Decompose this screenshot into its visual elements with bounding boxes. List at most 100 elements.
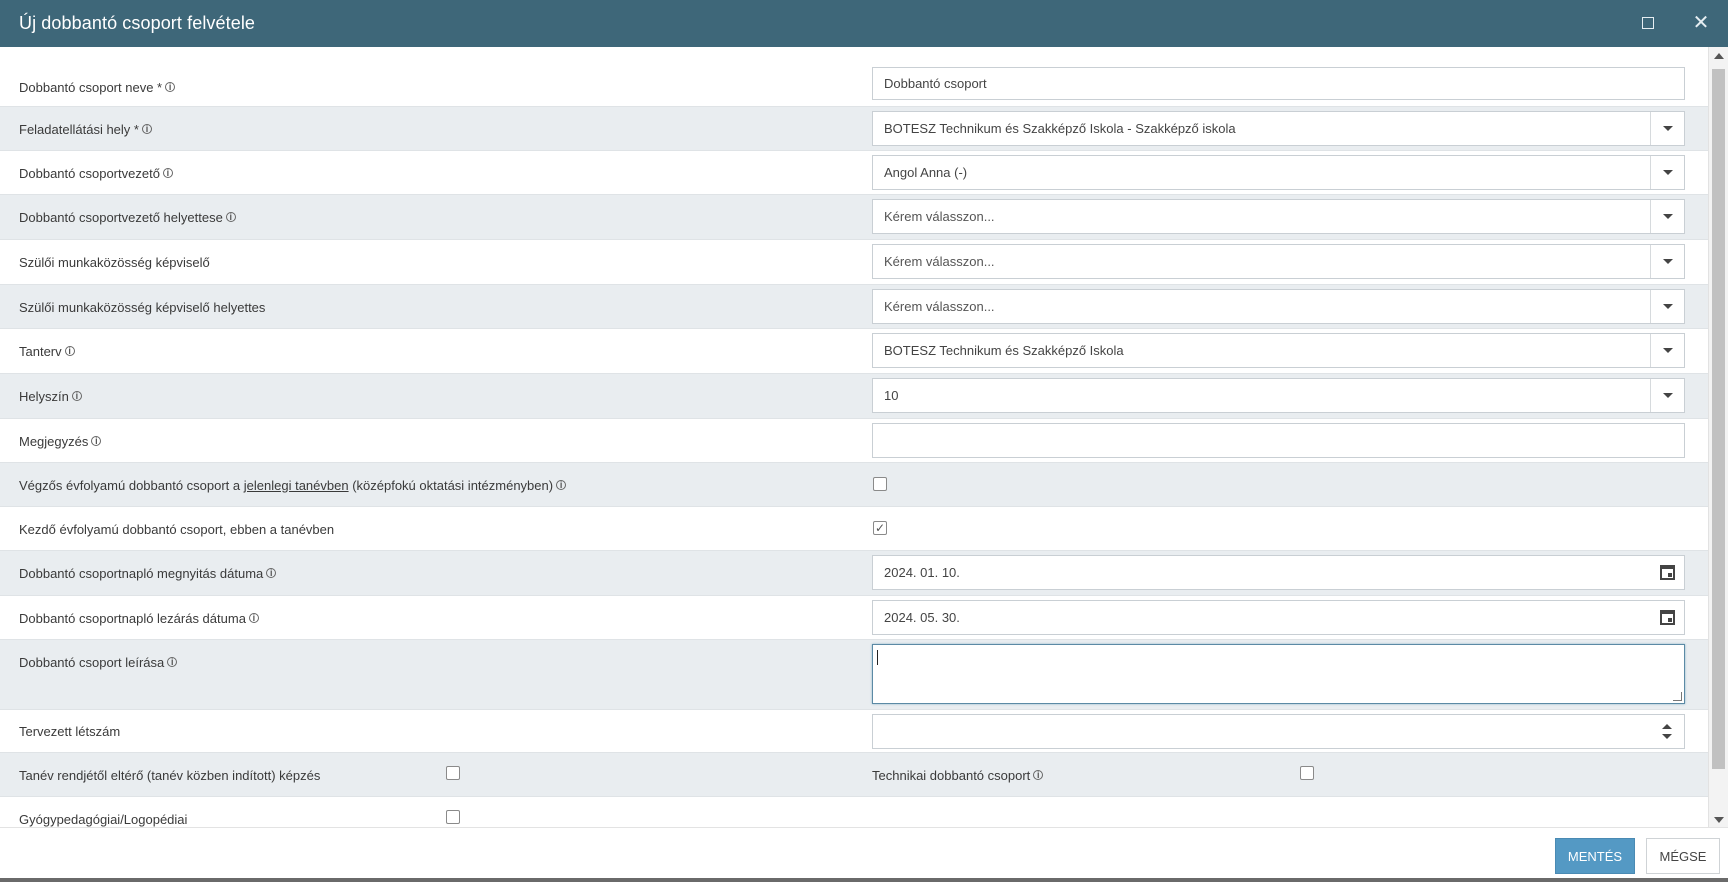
spin-up-icon[interactable] (1662, 724, 1672, 729)
chevron-down-icon (1662, 348, 1673, 353)
row-final-year: Végzős évfolyamú dobbantó csoport a jele… (0, 463, 1708, 507)
leader-select[interactable]: Angol Anna (-) (872, 155, 1685, 190)
name-input[interactable]: Dobbantó csoport (872, 67, 1685, 100)
chevron-down-icon (1662, 170, 1673, 175)
dialog-titlebar: Új dobbantó csoport felvétele ✕ (0, 0, 1728, 47)
info-icon[interactable]: i (167, 657, 178, 667)
parent-rep-select[interactable]: Kérem válasszon... (872, 244, 1685, 279)
dialog-footer: MENTÉS MÉGSE (0, 827, 1728, 878)
info-icon[interactable]: i (1033, 770, 1044, 780)
text-cursor (877, 650, 878, 665)
leader-label: Dobbantó csoportvezető (19, 165, 160, 181)
dialog: Új dobbantó csoport felvétele ✕ Dobbantó… (0, 0, 1728, 878)
scrollbar-thumb[interactable] (1712, 69, 1725, 769)
calendar-button[interactable] (1650, 556, 1684, 589)
resize-grip-icon[interactable] (1673, 692, 1682, 701)
dropdown-toggle[interactable] (1650, 379, 1684, 412)
info-icon[interactable]: i (556, 480, 567, 490)
row-deputy: Dobbantó csoportvezető helyettese i Kérem… (0, 195, 1708, 240)
row-irregular-training: Tanév rendjétől eltérő (tanév közben ind… (0, 753, 1708, 797)
deputy-select[interactable]: Kérem válasszon... (872, 199, 1685, 234)
info-icon[interactable]: i (162, 168, 173, 178)
planned-count-input[interactable] (872, 714, 1685, 749)
dropdown-toggle[interactable] (1650, 334, 1684, 367)
open-date-input[interactable]: 2024. 01. 10. (872, 555, 1685, 590)
dropdown-toggle[interactable] (1650, 290, 1684, 323)
starting-year-checkbox[interactable]: ✓ (873, 521, 887, 535)
row-description: Dobbantó csoport leírása i (0, 640, 1708, 710)
name-label: Dobbantó csoport neve * (19, 79, 163, 95)
cancel-button[interactable]: MÉGSE (1646, 838, 1720, 874)
site-select[interactable]: BOTESZ Technikum és Szakképző Iskola - S… (872, 111, 1685, 146)
note-label: Megjegyzés (19, 433, 89, 449)
planned-count-label: Tervezett létszám (19, 724, 121, 739)
row-location: Helyszín i 10 (0, 374, 1708, 419)
info-icon[interactable]: i (141, 124, 152, 134)
save-button[interactable]: MENTÉS (1555, 838, 1635, 874)
info-icon[interactable]: i (91, 436, 102, 446)
location-select[interactable]: 10 (872, 378, 1685, 413)
row-close-date: Dobbantó csoportnapló lezárás dátuma i 20… (0, 596, 1708, 640)
vertical-scrollbar[interactable] (1708, 47, 1728, 827)
check-icon: ✓ (874, 521, 886, 535)
dialog-content: Dobbantó csoport neve * i Dobbantó csopor… (0, 47, 1708, 827)
curriculum-label: Tanterv (19, 343, 62, 359)
description-textarea[interactable] (872, 644, 1685, 704)
dialog-title: Új dobbantó csoport felvétele (19, 13, 256, 33)
final-year-checkbox[interactable] (873, 477, 887, 491)
irregular-training-label: Tanév rendjétől eltérő (tanév közben ind… (19, 767, 321, 783)
dropdown-toggle[interactable] (1650, 112, 1684, 145)
chevron-down-icon (1662, 393, 1673, 398)
close-date-input[interactable]: 2024. 05. 30. (872, 600, 1685, 635)
info-icon[interactable]: i (71, 391, 82, 401)
irregular-training-checkbox[interactable] (446, 766, 460, 780)
dropdown-toggle[interactable] (1650, 245, 1684, 278)
parent-rep-deputy-label: Szülői munkaközösség képviselő helyettes (19, 299, 266, 315)
description-label: Dobbantó csoport leírása (19, 654, 165, 670)
info-icon[interactable]: i (266, 568, 277, 578)
open-date-label: Dobbantó csoportnapló megnyitás dátuma (19, 565, 264, 581)
close-date-label: Dobbantó csoportnapló lezárás dátuma (19, 610, 246, 626)
info-icon[interactable]: i (165, 82, 176, 92)
chevron-down-icon (1662, 259, 1673, 264)
location-label: Helyszín (19, 388, 69, 404)
info-icon[interactable]: i (64, 346, 75, 356)
row-site: Feladatellátási hely * i BOTESZ Technikum… (0, 107, 1708, 151)
starting-year-label: Kezdő évfolyamú dobbantó csoport, ebben … (19, 521, 335, 537)
dropdown-toggle[interactable] (1650, 200, 1684, 233)
parent-rep-deputy-select[interactable]: Kérem válasszon... (872, 289, 1685, 324)
row-parent-rep-deputy: Szülői munkaközösség képviselő helyettes… (0, 285, 1708, 329)
info-icon[interactable]: i (248, 613, 259, 623)
special-ed-checkbox[interactable] (446, 810, 460, 824)
form-rows: Dobbantó csoport neve * i Dobbantó csopor… (0, 67, 1708, 827)
row-starting-year: Kezdő évfolyamú dobbantó csoport, ebben … (0, 507, 1708, 551)
maximize-icon (1642, 17, 1654, 29)
technical-group-checkbox[interactable] (1300, 766, 1314, 780)
spin-down-icon[interactable] (1662, 734, 1672, 739)
technical-group-label: Technikai dobbantó csoport (872, 767, 1031, 783)
info-icon[interactable]: i (225, 212, 236, 222)
chevron-down-icon (1662, 214, 1673, 219)
curriculum-select[interactable]: BOTESZ Technikum és Szakképző Iskola (872, 333, 1685, 368)
chevron-down-icon (1662, 126, 1673, 131)
note-input[interactable] (872, 423, 1685, 458)
row-name: Dobbantó csoport neve * i Dobbantó csopor… (0, 67, 1708, 107)
dropdown-toggle[interactable] (1650, 156, 1684, 189)
row-open-date: Dobbantó csoportnapló megnyitás dátuma i … (0, 551, 1708, 596)
maximize-button[interactable] (1637, 12, 1659, 34)
row-leader: Dobbantó csoportvezető i Angol Anna (-) (0, 151, 1708, 195)
close-icon: ✕ (1692, 12, 1710, 34)
special-ed-label: Gyógypedagógiai/Logopédiai (19, 811, 188, 827)
scroll-up-icon[interactable] (1714, 53, 1724, 59)
backdrop-strip (0, 878, 1728, 882)
row-note: Megjegyzés i (0, 419, 1708, 463)
calendar-button[interactable] (1650, 601, 1684, 634)
scroll-down-icon[interactable] (1714, 817, 1724, 823)
site-label: Feladatellátási hely * (19, 121, 139, 137)
current-year-link[interactable]: jelenlegi tanévben (244, 478, 349, 493)
number-spinner[interactable] (1650, 715, 1684, 748)
calendar-icon (1659, 610, 1675, 625)
row-curriculum: Tanterv i BOTESZ Technikum és Szakképző I… (0, 329, 1708, 374)
close-button[interactable]: ✕ (1690, 12, 1712, 34)
deputy-label: Dobbantó csoportvezető helyettese (19, 209, 223, 225)
